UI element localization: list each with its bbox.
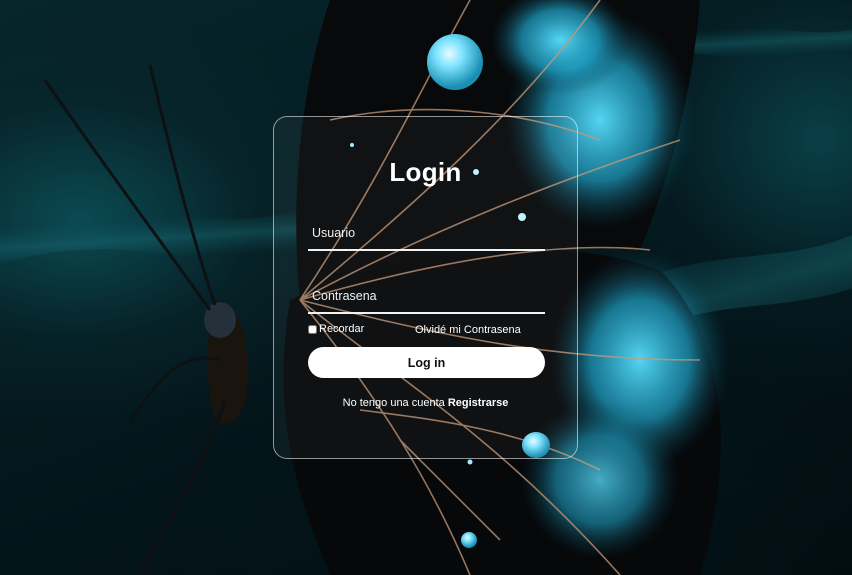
remember-checkbox[interactable] xyxy=(308,324,317,334)
login-form: Login Recordar Olvidé mi Contrasena Log … xyxy=(273,116,578,459)
username-input[interactable] xyxy=(308,221,549,245)
no-account-text: No tengo una cuenta xyxy=(342,397,448,409)
password-field-container xyxy=(308,278,549,314)
remember-me[interactable]: Recordar xyxy=(308,323,364,335)
remember-label: Recordar xyxy=(319,323,365,335)
register-row: No tengo una cuenta Registrarse xyxy=(274,397,577,409)
login-button[interactable]: Log in xyxy=(308,347,545,378)
forgot-password-link[interactable]: Olvidé mi Contrasena xyxy=(415,324,521,336)
password-input[interactable] xyxy=(308,284,549,308)
login-page: Login Recordar Olvidé mi Contrasena Log … xyxy=(0,0,852,575)
login-options-row: Recordar Olvidé mi Contrasena xyxy=(308,323,548,337)
register-link[interactable]: Registrarse xyxy=(448,397,509,409)
login-title: Login xyxy=(389,157,462,187)
username-field-container xyxy=(308,215,549,251)
